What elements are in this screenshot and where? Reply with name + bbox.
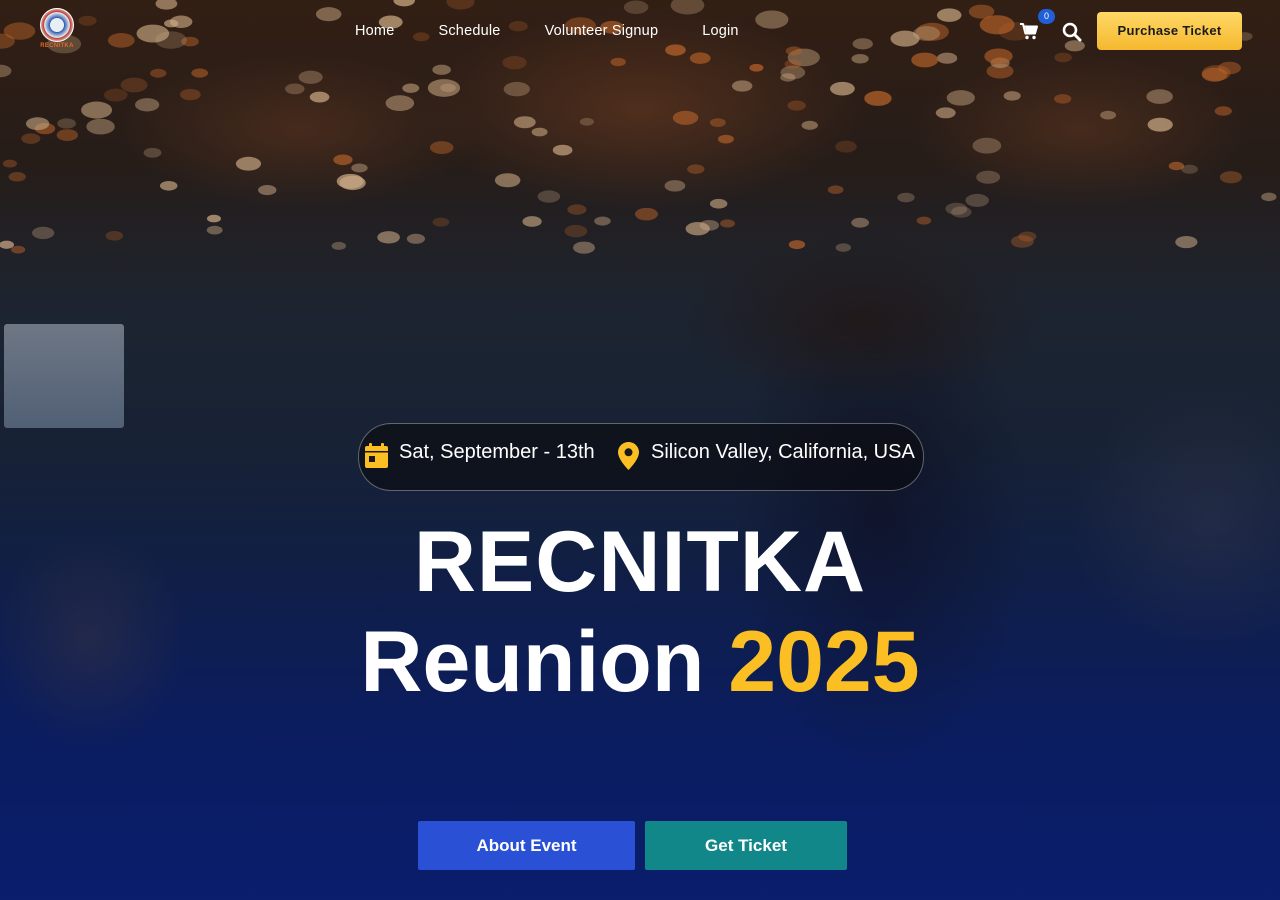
nav-schedule[interactable]: Schedule: [438, 23, 500, 39]
main-nav: Home Schedule Volunteer Signup Login: [355, 23, 783, 39]
calendar-icon: [365, 443, 388, 468]
nav-login[interactable]: Login: [702, 23, 738, 39]
logo-text: RECNITKA: [40, 43, 74, 49]
event-location: Silicon Valley, California, USA: [651, 441, 915, 463]
nav-home[interactable]: Home: [355, 23, 394, 39]
hero-title-line2: Reunion 2025: [0, 612, 1280, 712]
event-date: Sat, September - 13th: [399, 441, 595, 463]
cart-count-badge: 0: [1038, 9, 1055, 24]
hero-title-line1: RECNITKA: [413, 514, 867, 610]
purchase-ticket-button[interactable]: Purchase Ticket: [1097, 12, 1242, 50]
search-icon[interactable]: [1062, 22, 1082, 42]
nav-volunteer-signup[interactable]: Volunteer Signup: [545, 23, 659, 39]
location-pin-icon: [618, 442, 639, 470]
site-header: RECNITKA Home Schedule Volunteer Signup …: [0, 0, 1280, 62]
hero-title-reunion: Reunion: [360, 614, 705, 710]
get-ticket-button[interactable]: Get Ticket: [645, 821, 847, 870]
cart-icon[interactable]: [1019, 22, 1039, 40]
about-event-button[interactable]: About Event: [418, 821, 635, 870]
site-logo[interactable]: RECNITKA: [38, 8, 76, 54]
recnitka-logo-icon: [40, 8, 74, 42]
hero-title-year: 2025: [728, 614, 920, 710]
